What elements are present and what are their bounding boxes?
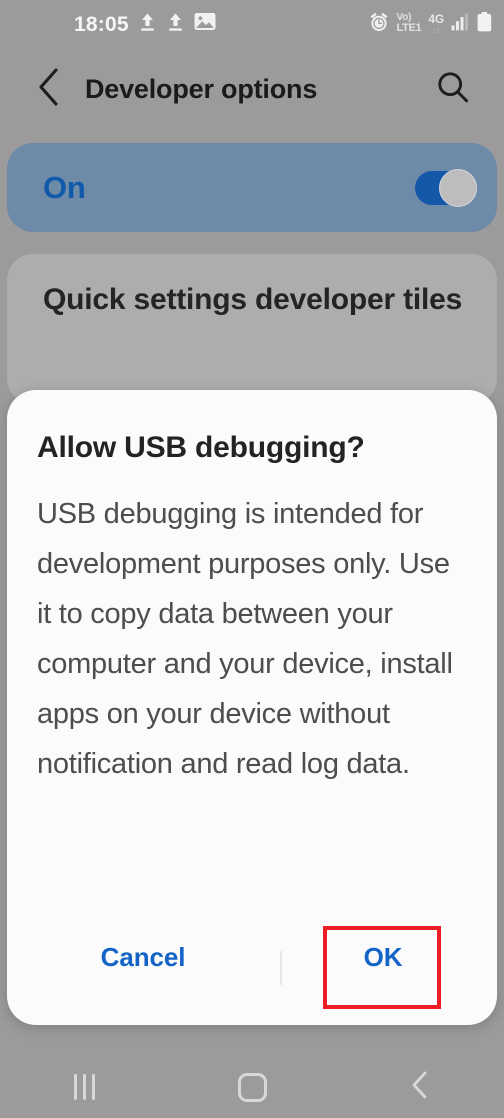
dialog-message: USB debugging is intended for developmen… xyxy=(37,498,453,780)
phone-screen: 18:05 Vo) LTE1 4G ↓↑ Developer options O… xyxy=(0,0,504,1118)
upload-icon xyxy=(166,12,185,37)
header-back-button[interactable] xyxy=(26,66,72,112)
master-switch-toggle[interactable] xyxy=(415,168,477,207)
home-icon xyxy=(237,1072,267,1102)
developer-options-master-card[interactable]: On xyxy=(7,143,497,232)
setting-item-label: Quick settings developer tiles xyxy=(43,283,463,316)
status-clock: 18:05 xyxy=(74,12,129,36)
dialog-button-row: Cancel OK xyxy=(7,907,497,1025)
network-type-indicator: 4G ↓↑ xyxy=(428,12,444,35)
nav-back-button[interactable] xyxy=(336,1056,504,1118)
button-divider xyxy=(280,951,282,985)
ok-button[interactable]: OK xyxy=(288,907,478,1007)
volte-indicator: Vo) LTE1 xyxy=(396,12,422,35)
status-bar: 18:05 Vo) LTE1 4G ↓↑ xyxy=(0,0,504,48)
system-navigation-bar xyxy=(0,1056,504,1118)
cancel-button[interactable]: Cancel xyxy=(7,907,279,1007)
master-switch-label: On xyxy=(43,169,86,205)
chevron-left-icon xyxy=(411,1071,429,1104)
usb-debugging-dialog: Allow USB debugging? USB debugging is in… xyxy=(7,390,497,1025)
status-bar-left: 18:05 xyxy=(74,12,216,37)
toggle-thumb xyxy=(439,168,477,207)
cancel-button-label[interactable]: Cancel xyxy=(101,942,186,973)
recents-icon xyxy=(73,1074,95,1100)
image-icon xyxy=(194,12,216,36)
dialog-title: Allow USB debugging? xyxy=(37,431,365,464)
search-icon xyxy=(436,70,470,109)
chevron-left-icon xyxy=(37,67,61,111)
nav-recents-button[interactable] xyxy=(0,1056,168,1118)
status-bar-right: Vo) LTE1 4G ↓↑ xyxy=(368,11,493,37)
ok-button-label[interactable]: OK xyxy=(364,942,403,973)
page-title: Developer options xyxy=(85,73,318,104)
app-header: Developer options xyxy=(0,48,504,130)
signal-bars-icon xyxy=(451,12,470,36)
nav-home-button[interactable] xyxy=(168,1056,336,1118)
setting-item-quick-settings-tiles[interactable]: Quick settings developer tiles xyxy=(7,254,497,404)
upload-icon xyxy=(138,12,157,37)
search-button[interactable] xyxy=(432,68,474,110)
battery-icon xyxy=(477,11,492,37)
alarm-icon xyxy=(368,11,390,38)
